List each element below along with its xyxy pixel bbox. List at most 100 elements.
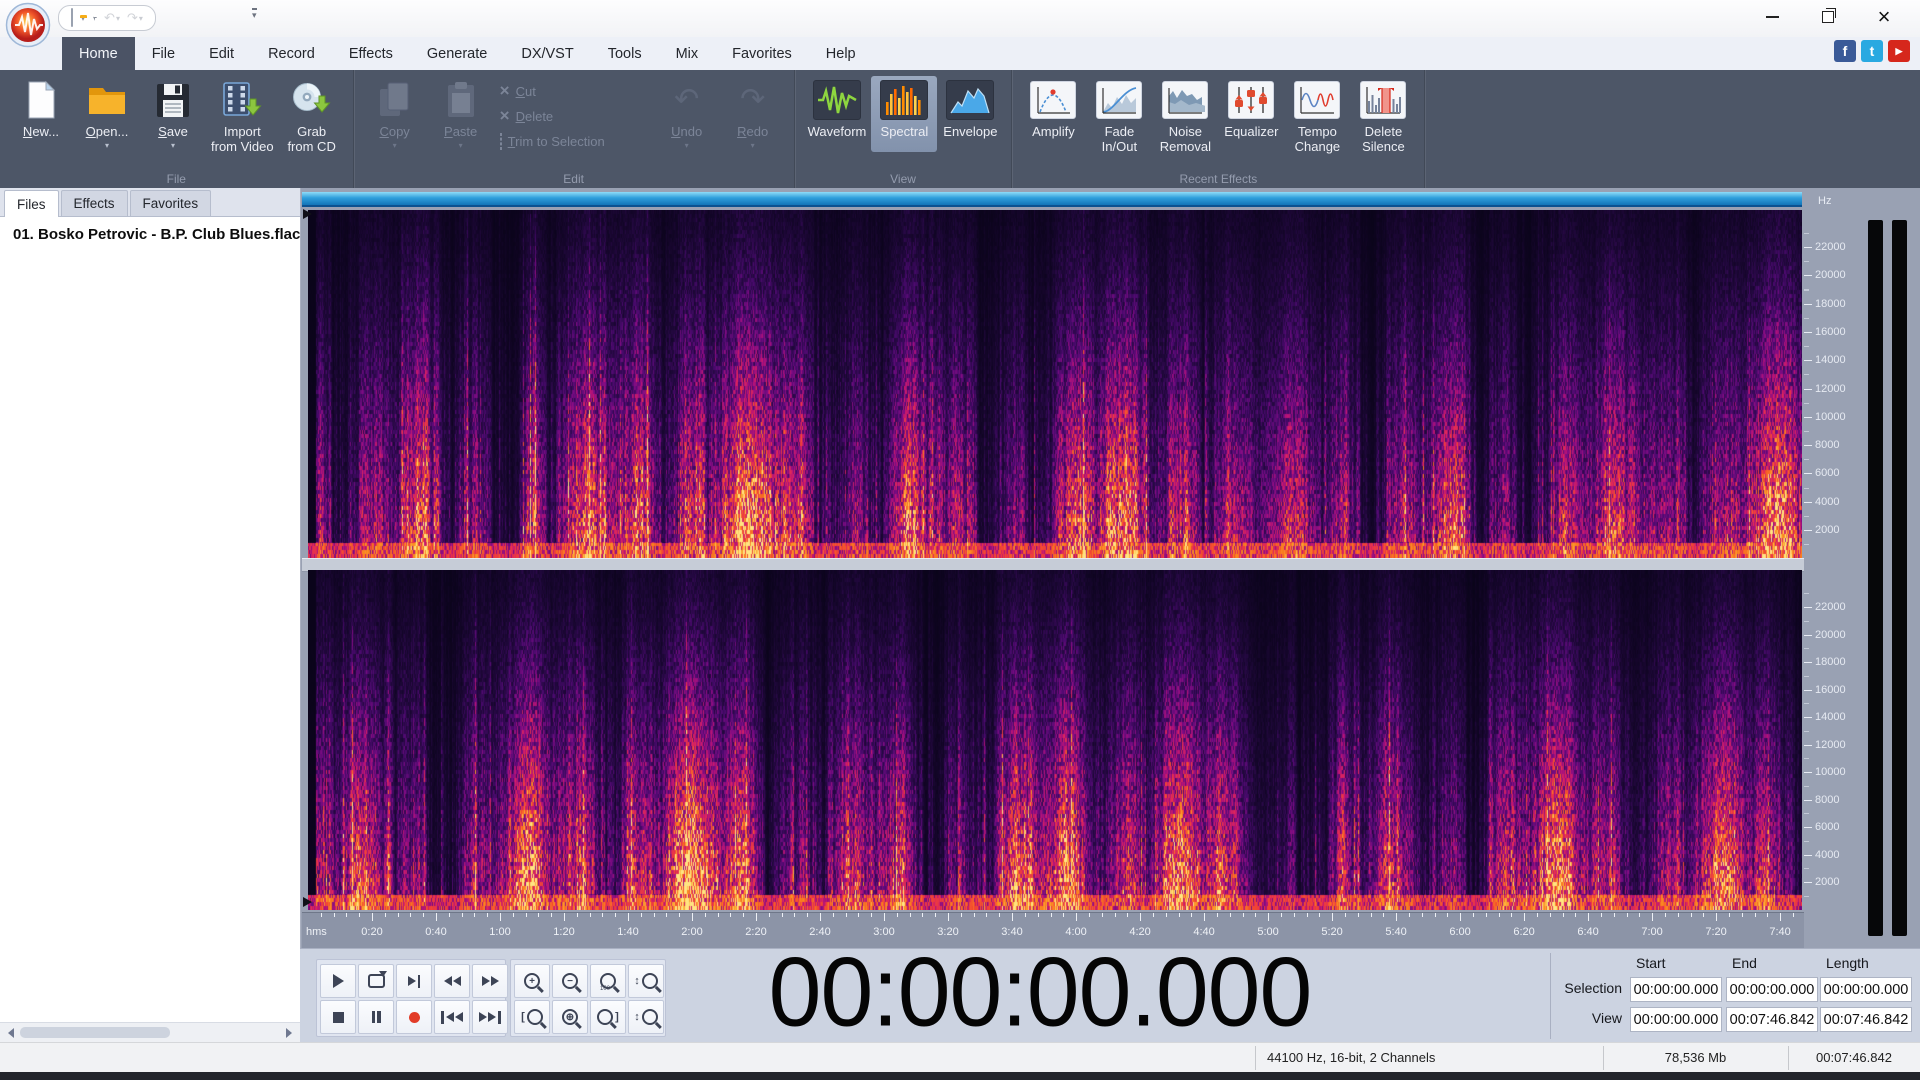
menu-tab-effects[interactable]: Effects bbox=[332, 37, 410, 70]
ruler-minor-tick bbox=[922, 913, 924, 917]
ribbon-button-fade-in-out[interactable]: Fade In/Out bbox=[1086, 76, 1152, 167]
grid-value-view-end[interactable]: 00:07:46.842 bbox=[1726, 1007, 1818, 1032]
go-to-start-button[interactable] bbox=[434, 1000, 470, 1034]
ribbon-button-import-from-video[interactable]: Import from Video bbox=[206, 76, 279, 167]
zoom-in-button[interactable]: + bbox=[514, 964, 550, 998]
qat-customize-icon[interactable]: ▾ bbox=[252, 8, 257, 20]
menu-tab-file[interactable]: File bbox=[135, 37, 192, 70]
grid-value-selection-length[interactable]: 00:00:00.000 bbox=[1820, 977, 1912, 1002]
ribbon-button-envelope[interactable]: Envelope bbox=[937, 76, 1003, 152]
grid-value-selection-end[interactable]: 00:00:00.000 bbox=[1726, 977, 1818, 1002]
ribbon-button-noise-removal[interactable]: Noise Removal bbox=[1152, 76, 1218, 167]
zoom-selection-start-button[interactable]: [ bbox=[514, 1000, 550, 1034]
play-to-end-button[interactable] bbox=[396, 964, 432, 998]
menu-tab-favorites[interactable]: Favorites bbox=[715, 37, 809, 70]
qat-open-button[interactable]: ▾ bbox=[78, 13, 87, 24]
zoom-out-button[interactable]: − bbox=[552, 964, 588, 998]
spectrogram-channel-1[interactable] bbox=[308, 210, 1802, 558]
qat-new-button[interactable] bbox=[69, 8, 75, 28]
minimize-button[interactable] bbox=[1744, 0, 1800, 34]
ribbon-button-label: Import from Video bbox=[211, 124, 274, 154]
rewind-button[interactable] bbox=[434, 964, 470, 998]
ribbon-button-grab-from-cd[interactable]: Grab from CD bbox=[279, 76, 345, 167]
zoom-100-button[interactable]: 100 bbox=[590, 964, 626, 998]
freq-minor-tick bbox=[1804, 346, 1809, 348]
ribbon-button-spectral[interactable]: Spectral bbox=[871, 76, 938, 152]
record-button[interactable] bbox=[396, 1000, 432, 1034]
ribbon-button-waveform[interactable]: Waveform bbox=[803, 76, 872, 152]
ribbon-button-copy: Copy ▾ bbox=[362, 76, 428, 152]
grid-value-view-start[interactable]: 00:00:00.000 bbox=[1630, 1007, 1722, 1032]
zoom-selection-end-button[interactable]: ] bbox=[590, 1000, 626, 1034]
zoom-vertical-out-button[interactable]: ↕ bbox=[628, 1000, 664, 1034]
close-button[interactable]: × bbox=[1856, 0, 1912, 34]
freq-label-ch1: 12000 bbox=[1815, 382, 1846, 395]
ruler-major-tick bbox=[1396, 913, 1398, 921]
dropdown-arrow-icon: ▾ bbox=[392, 141, 397, 150]
freq-label-ch1: 8000 bbox=[1815, 439, 1840, 452]
ribbon-group-label: Edit bbox=[563, 172, 584, 186]
app-logo-icon[interactable] bbox=[5, 2, 51, 48]
spectrogram-channel-2[interactable] bbox=[308, 570, 1802, 910]
ruler-major-tick bbox=[500, 913, 501, 921]
play-button[interactable] bbox=[320, 964, 356, 998]
twitter-icon[interactable]: t bbox=[1861, 40, 1883, 62]
stop-button[interactable] bbox=[320, 1000, 356, 1034]
overview-seek-bar[interactable] bbox=[302, 192, 1802, 207]
youtube-icon[interactable]: ▶ bbox=[1888, 40, 1910, 62]
ruler-major-tick bbox=[1140, 913, 1142, 921]
ruler-minor-tick bbox=[602, 913, 604, 917]
menu-tab-mix[interactable]: Mix bbox=[659, 37, 716, 70]
position-marker-top-icon[interactable] bbox=[303, 209, 312, 219]
envelope-view-icon bbox=[946, 78, 995, 122]
scroll-left-icon[interactable] bbox=[8, 1028, 14, 1038]
freq-major-tick bbox=[1804, 247, 1812, 248]
freq-major-tick bbox=[1804, 882, 1812, 883]
ribbon-button-save[interactable]: Save ▾ bbox=[140, 76, 206, 152]
ruler-minor-tick bbox=[1191, 913, 1193, 917]
ribbon-small-label: Delete bbox=[515, 109, 554, 124]
ruler-minor-tick bbox=[1088, 913, 1090, 917]
qat-save-button[interactable]: ▾ bbox=[90, 13, 99, 24]
maximize-button[interactable] bbox=[1800, 0, 1856, 34]
ribbon-button-equalizer[interactable]: Equalizer bbox=[1218, 76, 1284, 152]
sidebar-tab-files[interactable]: Files bbox=[4, 190, 59, 217]
ribbon-button-new[interactable]: New... bbox=[8, 76, 74, 152]
sidebar-horizontal-scrollbar[interactable] bbox=[0, 1022, 300, 1043]
menu-tab-home[interactable]: Home bbox=[62, 37, 135, 70]
ruler-major-tick bbox=[436, 913, 437, 921]
sidebar-tab-effects[interactable]: Effects bbox=[60, 190, 128, 216]
grid-value-selection-start[interactable]: 00:00:00.000 bbox=[1630, 977, 1722, 1002]
pause-button[interactable] bbox=[358, 1000, 394, 1034]
ribbon-button-open[interactable]: Open... ▾ bbox=[74, 76, 140, 152]
ribbon-button-amplify[interactable]: Amplify bbox=[1020, 76, 1086, 152]
loop-button[interactable] bbox=[358, 964, 394, 998]
ruler-minor-tick bbox=[1600, 913, 1602, 917]
sidebar-tab-favorites[interactable]: Favorites bbox=[129, 190, 212, 216]
menu-tab-edit[interactable]: Edit bbox=[192, 37, 251, 70]
fast-forward-button[interactable] bbox=[472, 964, 508, 998]
menu-tab-generate[interactable]: Generate bbox=[410, 37, 504, 70]
freq-minor-tick bbox=[1804, 515, 1809, 517]
menu-tabs: Home File Edit Record Effects Generate DX/VST T… bbox=[62, 37, 873, 70]
go-to-end-button[interactable] bbox=[472, 1000, 508, 1034]
scroll-thumb[interactable] bbox=[20, 1027, 170, 1038]
menu-tab-record[interactable]: Record bbox=[251, 37, 332, 70]
zoom-vertical-in-button[interactable]: ↕ bbox=[628, 964, 664, 998]
menu-tab-dx-vst[interactable]: DX/VST bbox=[504, 37, 590, 70]
freq-minor-tick bbox=[1804, 895, 1809, 897]
zoom-all-button[interactable]: ⊕ bbox=[552, 1000, 588, 1034]
freq-major-tick bbox=[1804, 331, 1812, 333]
ribbon-button-delete-silence[interactable]: Delete Silence bbox=[1350, 76, 1416, 167]
position-marker-bottom-icon[interactable] bbox=[303, 897, 312, 907]
facebook-icon[interactable]: f bbox=[1834, 40, 1856, 62]
file-list-item[interactable]: 01. Bosko Petrovic - B.P. Club Blues.fla… bbox=[0, 217, 300, 247]
menu-tab-help[interactable]: Help bbox=[809, 37, 873, 70]
ruler-major-tick bbox=[1076, 913, 1078, 921]
menu-tab-tools[interactable]: Tools bbox=[591, 37, 659, 70]
scroll-right-icon[interactable] bbox=[286, 1028, 292, 1038]
ribbon-button-tempo-change[interactable]: Tempo Change bbox=[1284, 76, 1350, 167]
grid-value-view-length[interactable]: 00:07:46.842 bbox=[1820, 1007, 1912, 1032]
status-audio-format: 44100 Hz, 16-bit, 2 Channels bbox=[1267, 1050, 1436, 1065]
ruler-time-label: 0:40 bbox=[425, 926, 447, 938]
